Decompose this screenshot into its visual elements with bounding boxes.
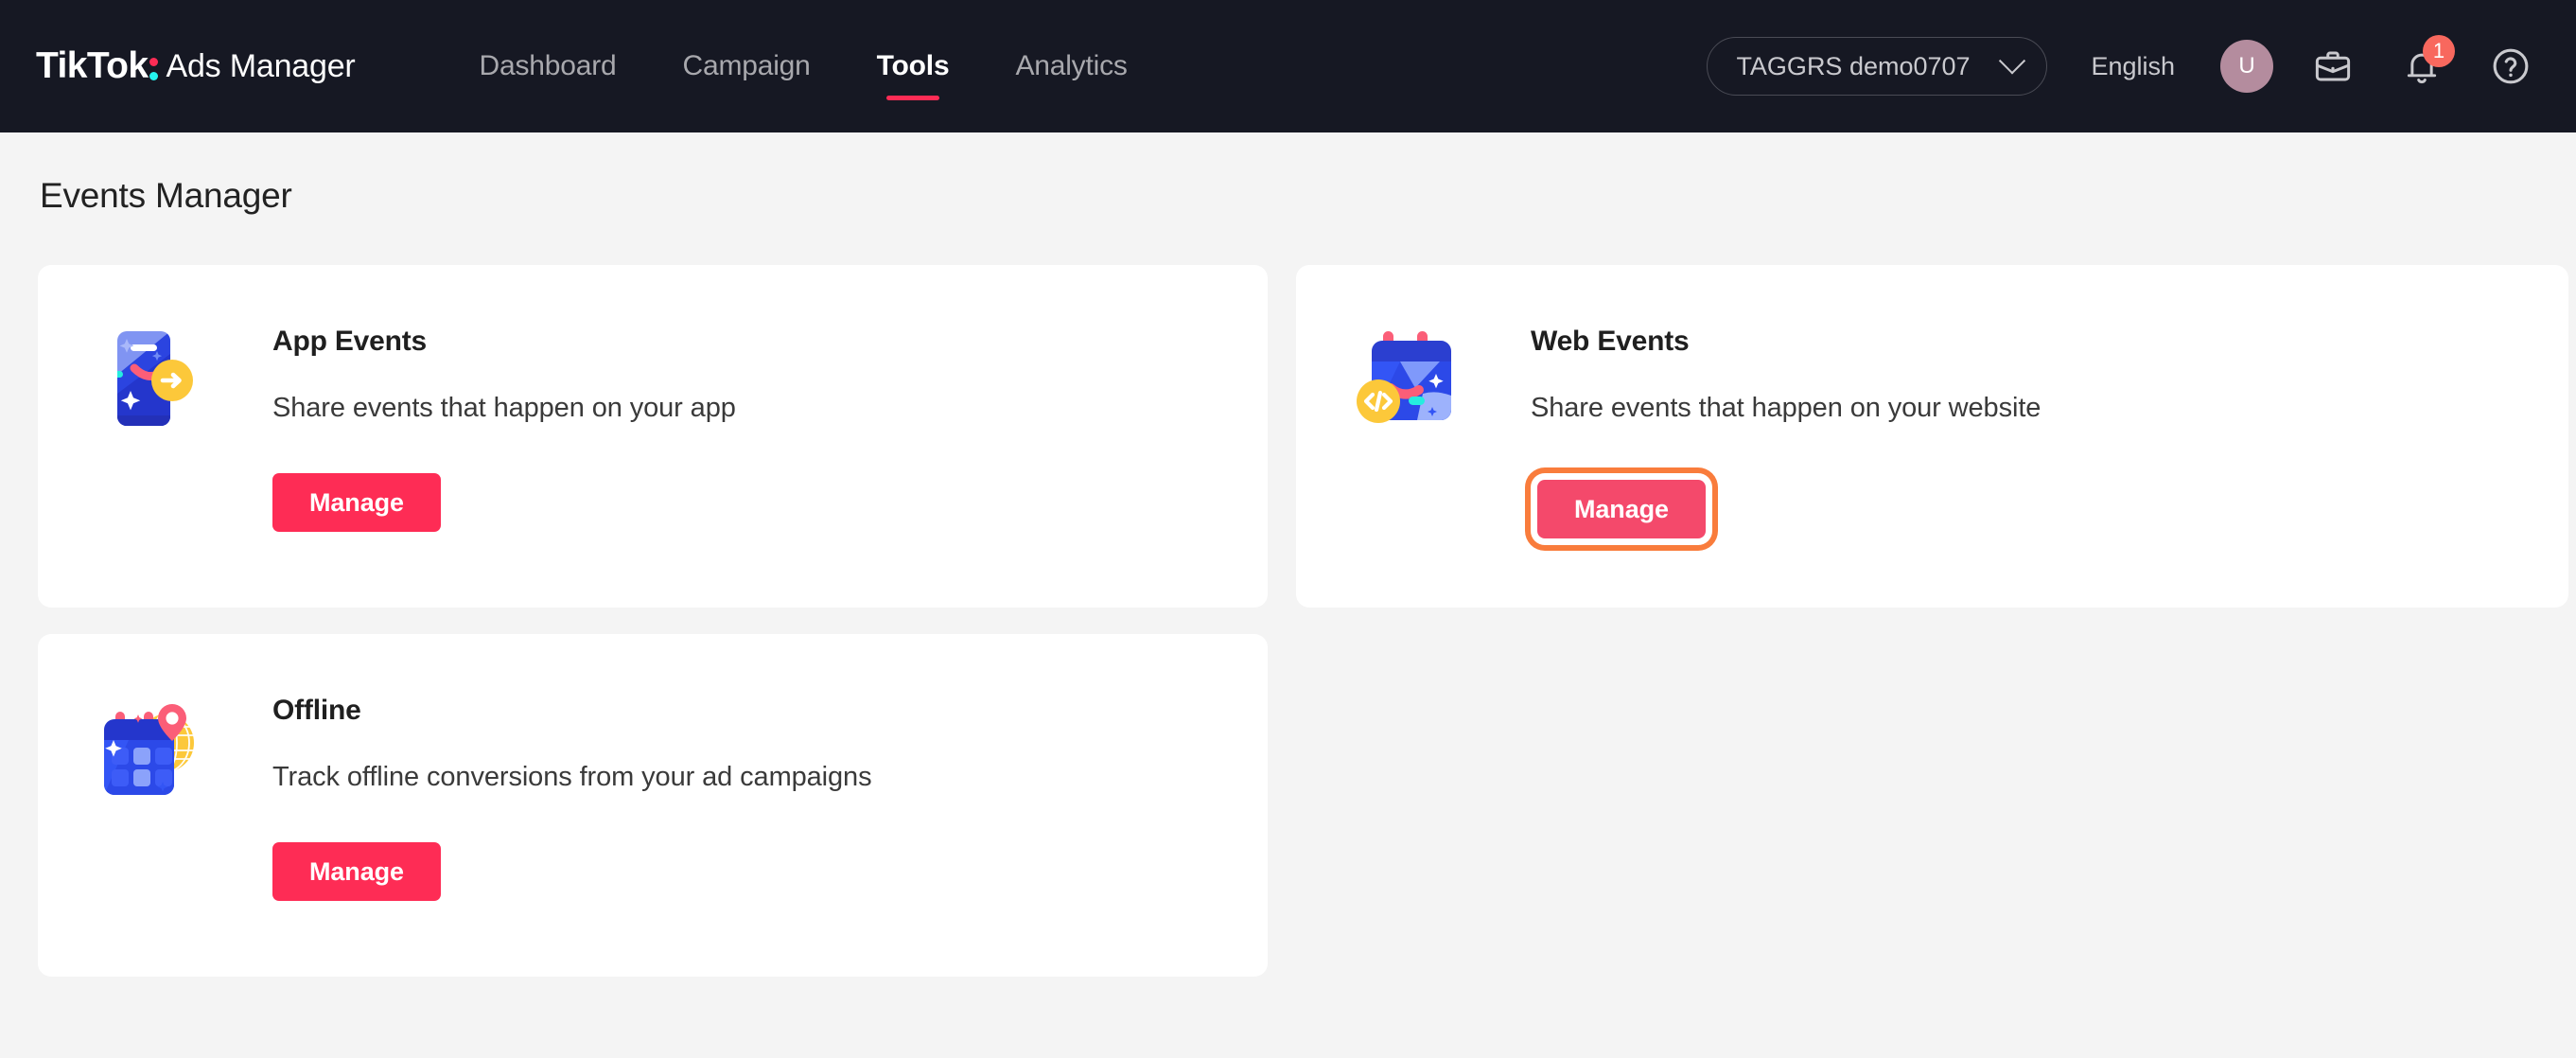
- card-web-events: Web Events Share events that happen on y…: [1296, 265, 2568, 608]
- brand-logo[interactable]: TikTok Ads Manager: [36, 45, 356, 87]
- product-name: Ads Manager: [166, 47, 356, 84]
- nav-item-dashboard[interactable]: Dashboard: [447, 0, 650, 132]
- account-selector[interactable]: TAGGRS demo0707: [1707, 37, 2048, 96]
- page-content: Events Manager App Events Share events t…: [0, 132, 2576, 977]
- events-card-grid: App Events Share events that happen on y…: [38, 265, 2568, 977]
- avatar[interactable]: U: [2220, 40, 2273, 93]
- main-nav: Dashboard Campaign Tools Analytics: [447, 0, 1161, 132]
- card-offline: Offline Track offline conversions from y…: [38, 634, 1268, 977]
- card-title-app-events: App Events: [272, 326, 428, 357]
- manage-button-offline[interactable]: Manage: [272, 842, 441, 901]
- tiktok-wordmark: TikTok: [36, 45, 160, 87]
- card-description-app-events: Share events that happen on your app: [272, 393, 736, 423]
- account-selector-value: TAGGRS demo0707: [1736, 51, 1971, 80]
- help-circle-icon[interactable]: [2481, 37, 2540, 96]
- bell-icon[interactable]: 1: [2392, 35, 2455, 96]
- tiktok-dots-icon: [149, 52, 160, 84]
- empty-grid-cell: [1296, 634, 2568, 977]
- card-description-web-events: Share events that happen on your website: [1531, 393, 2042, 423]
- manage-button-highlight-ring: Manage: [1531, 473, 1712, 545]
- card-body-web-events: Web Events Share events that happen on y…: [1531, 318, 2041, 545]
- page-title: Events Manager: [40, 176, 292, 215]
- card-body-offline: Offline Track offline conversions from y…: [272, 687, 872, 901]
- manage-button-app-events[interactable]: Manage: [272, 473, 441, 532]
- offline-illustration-icon: [91, 691, 214, 814]
- card-app-events: App Events Share events that happen on y…: [38, 265, 1268, 608]
- nav-item-analytics[interactable]: Analytics: [982, 0, 1160, 132]
- top-navigation-bar: TikTok Ads Manager Dashboard Campaign To…: [0, 0, 2576, 132]
- card-description-offline: Track offline conversions from your ad c…: [272, 762, 872, 792]
- topbar-right-cluster: TAGGRS demo0707 English U 1: [1707, 0, 2540, 132]
- briefcase-icon[interactable]: [2304, 37, 2362, 96]
- chevron-down-icon: [1999, 47, 2026, 75]
- app-events-illustration-icon: [91, 322, 214, 445]
- nav-item-campaign[interactable]: Campaign: [650, 0, 844, 132]
- notification-badge: 1: [2423, 35, 2455, 67]
- nav-item-tools[interactable]: Tools: [844, 0, 983, 132]
- card-body-app-events: App Events Share events that happen on y…: [272, 318, 736, 532]
- card-title-web-events: Web Events: [1531, 326, 1690, 357]
- card-title-offline: Offline: [272, 695, 361, 726]
- avatar-initial: U: [2238, 53, 2255, 79]
- web-events-illustration-icon: [1349, 322, 1472, 445]
- manage-button-web-events[interactable]: Manage: [1537, 480, 1706, 538]
- language-selector[interactable]: English: [2091, 52, 2175, 81]
